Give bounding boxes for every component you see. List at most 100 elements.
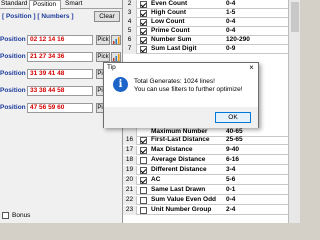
- filter-checkbox[interactable]: [140, 207, 147, 214]
- position-input[interactable]: 21 27 34 36: [27, 52, 93, 62]
- pick-button[interactable]: Pick: [96, 35, 110, 45]
- filter-checkbox[interactable]: [140, 147, 147, 154]
- filter-checkbox[interactable]: [140, 177, 147, 184]
- position-input[interactable]: 02 12 14 16: [27, 35, 93, 45]
- chart-button[interactable]: [111, 52, 121, 62]
- filter-range[interactable]: 0-4: [226, 27, 276, 36]
- filter-name: High Count: [151, 9, 187, 16]
- row-number: 16: [123, 136, 137, 145]
- filter-range[interactable]: 2-4: [226, 206, 276, 215]
- filter-row[interactable]: 2 Even Count 0-4: [123, 0, 289, 9]
- filter-row[interactable]: 4 Low Count 0-4: [123, 18, 289, 27]
- position-input[interactable]: 31 39 41 48: [27, 69, 93, 79]
- bonus-checkbox[interactable]: [2, 212, 9, 219]
- filter-range[interactable]: 1-5: [226, 9, 276, 18]
- filter-range[interactable]: 9-40: [226, 146, 276, 155]
- vertical-scrollbar[interactable]: [288, 0, 300, 223]
- filter-range[interactable]: 0-1: [226, 186, 276, 195]
- filter-checkbox[interactable]: [140, 187, 147, 194]
- row-number: 20: [123, 176, 137, 185]
- clear-button[interactable]: Clear: [94, 11, 120, 22]
- ok-button[interactable]: OK: [215, 112, 251, 123]
- filter-checkbox[interactable]: [140, 157, 147, 164]
- filter-checkbox[interactable]: [140, 46, 147, 53]
- bonus-label: Bonus: [12, 212, 31, 219]
- filter-row[interactable]: 19 Different Distance 3-4: [123, 166, 289, 175]
- close-icon[interactable]: ×: [245, 63, 258, 72]
- filter-name: First-Last Distance: [151, 136, 210, 143]
- filter-row[interactable]: 16 First-Last Distance 25-65: [123, 136, 289, 145]
- filter-name: Average Distance: [151, 156, 206, 163]
- filter-row[interactable]: 17 Max Distance 9-40: [123, 146, 289, 155]
- filter-row[interactable]: 7 Sum Last Digit 0-9: [123, 45, 289, 54]
- message-line: Total Generates: 1024 lines!: [134, 78, 215, 85]
- dialog-message: Total Generates: 1024 lines! You can use…: [134, 78, 243, 94]
- filter-row[interactable]: 20 AC 5-6: [123, 176, 289, 185]
- pick-button[interactable]: Pick: [96, 52, 110, 62]
- filter-checkbox[interactable]: [140, 37, 147, 44]
- dialog-titlebar: Tip ×: [104, 63, 258, 72]
- filter-row[interactable]: 23 Unit Number Group 2-4: [123, 206, 289, 215]
- position-input[interactable]: 33 38 44 58: [27, 86, 93, 96]
- filter-range[interactable]: 6-16: [226, 156, 276, 165]
- filter-checkbox[interactable]: [140, 167, 147, 174]
- position-row: Position 2: 21 27 34 36 Pick: [0, 52, 122, 62]
- row-number: 19: [123, 166, 137, 175]
- message-line: You can use filters to further optimize!: [134, 86, 243, 93]
- filter-row[interactable]: 18 Average Distance 6-16: [123, 156, 289, 165]
- filter-checkbox[interactable]: [140, 197, 147, 204]
- filter-range[interactable]: 5-6: [226, 176, 276, 185]
- row-number: 22: [123, 196, 137, 205]
- filter-name: Sum Value Even Odd: [151, 196, 217, 203]
- row-number: 2: [123, 0, 137, 9]
- filter-name: Max Distance: [151, 146, 193, 153]
- filter-name: Number Sum: [151, 36, 192, 43]
- position-row: Position 1: 02 12 14 16 Pick: [0, 35, 122, 45]
- filter-name: AC: [151, 176, 161, 183]
- filter-checkbox[interactable]: [140, 137, 147, 144]
- row-number: 5: [123, 27, 137, 36]
- filter-name: Even Count: [151, 0, 188, 7]
- filter-name: Sum Last Digit: [151, 45, 197, 52]
- filter-row[interactable]: 22 Sum Value Even Odd 0-4: [123, 196, 289, 205]
- dialog-title: Tip: [107, 64, 116, 71]
- bar-chart-icon: [113, 37, 120, 44]
- filter-checkbox[interactable]: [140, 10, 147, 17]
- tab-smart[interactable]: Smart: [62, 0, 92, 9]
- filter-name: Unit Number Group: [151, 206, 212, 213]
- filter-name: Prime Count: [151, 27, 190, 34]
- filter-checkbox[interactable]: [140, 19, 147, 26]
- filter-range[interactable]: 25-65: [226, 136, 276, 145]
- tab-standard[interactable]: Standard: [0, 0, 28, 9]
- filter-range[interactable]: 120-290: [226, 36, 276, 45]
- filter-range[interactable]: 0-9: [226, 45, 276, 54]
- filter-range[interactable]: 0-4: [226, 18, 276, 27]
- info-icon: i: [113, 77, 128, 92]
- bar-chart-icon: [113, 54, 120, 61]
- dialog-footer: OK: [104, 107, 258, 128]
- filter-range[interactable]: 0-4: [226, 0, 276, 9]
- row-number: 18: [123, 156, 137, 165]
- filter-checkbox[interactable]: [140, 1, 147, 8]
- filter-range[interactable]: 0-4: [226, 196, 276, 205]
- filter-checkbox[interactable]: [140, 28, 147, 35]
- scrollbar-thumb[interactable]: [291, 2, 299, 32]
- filter-name: Different Distance: [151, 166, 207, 173]
- row-number: 3: [123, 9, 137, 18]
- row-number: 7: [123, 45, 137, 54]
- tab-position[interactable]: Position: [29, 0, 61, 10]
- filter-name: Low Count: [151, 18, 185, 25]
- filter-row[interactable]: 5 Prime Count 0-4: [123, 27, 289, 36]
- position-input[interactable]: 47 56 59 60: [27, 103, 93, 113]
- filter-row[interactable]: 21 Same Last Drawn 0-1: [123, 186, 289, 195]
- chart-button[interactable]: [111, 35, 121, 45]
- row-number: 4: [123, 18, 137, 27]
- row-number: 23: [123, 206, 137, 215]
- mode-tabs: Standard Position Smart: [0, 0, 122, 10]
- filter-range[interactable]: 3-4: [226, 166, 276, 175]
- row-number: 17: [123, 146, 137, 155]
- config-heading: [ Position ] [ Numbers ]: [2, 13, 74, 20]
- tip-dialog: Tip × i Total Generates: 1024 lines! You…: [103, 62, 259, 128]
- filter-row[interactable]: 3 High Count 1-5: [123, 9, 289, 18]
- filter-row[interactable]: 6 Number Sum 120-290: [123, 36, 289, 45]
